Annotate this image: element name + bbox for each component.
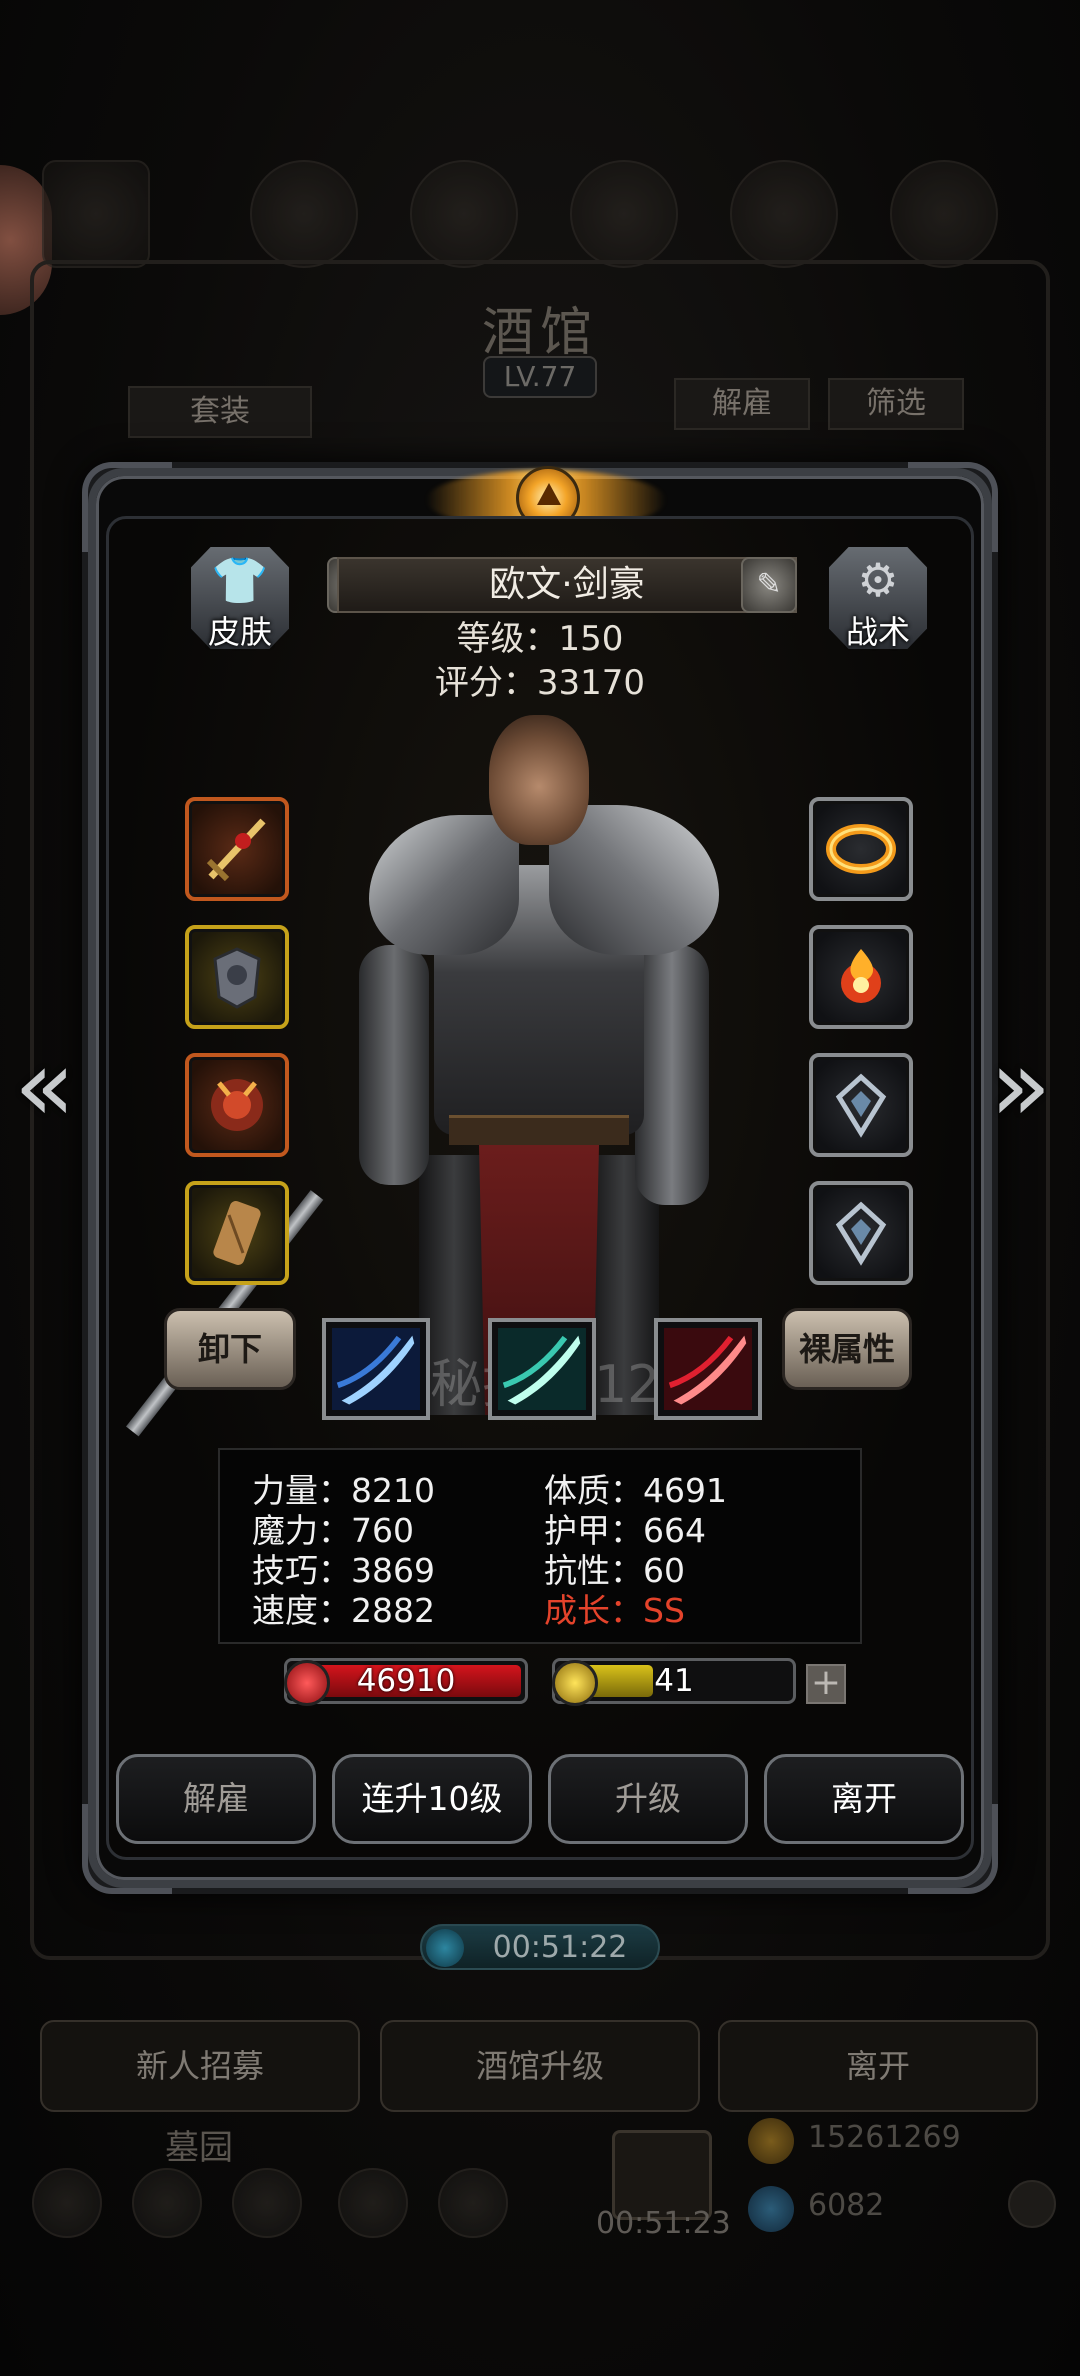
armor-slot[interactable] (185, 925, 289, 1029)
armor-icon (213, 947, 261, 1009)
hero-detail-modal: ⚙ 欧文·剑豪 ✎ 等级：150 评分：33170 👕 皮肤 ⚙ 战术 (82, 462, 998, 1894)
heart-icon (284, 1660, 330, 1706)
menu-icon-6[interactable] (890, 160, 998, 268)
gem-icon (748, 2186, 794, 2232)
gold-coin-icon (748, 2118, 794, 2164)
tactics-button[interactable]: ⚙ 战术 (829, 547, 927, 651)
modal-content: ⚙ 欧文·剑豪 ✎ 等级：150 评分：33170 👕 皮肤 ⚙ 战术 (106, 516, 974, 1860)
filter-button[interactable]: 筛选 (828, 378, 964, 430)
dock-icon-2[interactable] (132, 2168, 202, 2238)
scroll-icon (213, 1201, 261, 1265)
add-currency-icon[interactable] (1008, 2180, 1056, 2228)
level-up-button[interactable]: 升级 (548, 1754, 748, 1844)
rune-slot-1[interactable] (809, 1053, 913, 1157)
hero-name: 欧文·剑豪 (489, 564, 645, 605)
skill-slot-3[interactable] (654, 1318, 762, 1420)
rune-slot-2[interactable] (809, 1181, 913, 1285)
gift-timer: 00:51:23 (596, 2206, 731, 2241)
fire-ring-slot[interactable] (809, 797, 913, 901)
leave-tavern-button[interactable]: 离开 (718, 2020, 1038, 2112)
dock-icon-4[interactable] (338, 2168, 408, 2238)
red-slash-icon (664, 1328, 752, 1411)
add-energy-icon[interactable]: + (806, 1664, 846, 1704)
hero-arm (359, 945, 429, 1185)
level-up-10-button[interactable]: 连升10级 (332, 1754, 532, 1844)
name-plate: 欧文·剑豪 (337, 557, 797, 613)
stat-speed: 速度：2882 (252, 1591, 435, 1630)
hero-head (489, 715, 589, 845)
fire-orb-icon (841, 949, 881, 1003)
gear-icon: ⚙ (857, 553, 899, 607)
teal-slash-icon (498, 1328, 586, 1411)
next-hero-arrow-icon[interactable]: » (990, 1036, 1060, 1136)
unequip-button[interactable]: 卸下 (164, 1308, 296, 1390)
cemetery-label[interactable]: 墓园 (165, 2120, 233, 2169)
fire-ring-icon (826, 824, 896, 874)
pencil-icon[interactable]: ✎ (741, 557, 797, 613)
menu-icon-5[interactable] (730, 160, 838, 268)
skin-button[interactable]: 👕 皮肤 (191, 547, 289, 651)
menu-icon-1[interactable] (42, 160, 150, 268)
tavern-upgrade-button[interactable]: 酒馆升级 (380, 2020, 700, 2112)
hero-pauldron (369, 815, 519, 955)
rune-icon (835, 1073, 887, 1138)
hero-belt (449, 1115, 629, 1145)
menu-icon-3[interactable] (410, 160, 518, 268)
set-button[interactable]: 套装 (128, 386, 312, 438)
recruit-timer: 00:51:22 (420, 1924, 660, 1970)
dismiss-tab-button[interactable]: 解雇 (674, 378, 810, 430)
hero-arm (635, 945, 709, 1205)
timer-text: 00:51:22 (492, 1930, 628, 1965)
gold-amount: 15261269 (808, 2120, 961, 2155)
blue-slash-icon (332, 1328, 420, 1411)
dock-icon-3[interactable] (232, 2168, 302, 2238)
prev-hero-arrow-icon[interactable]: « (14, 1036, 84, 1136)
skin-label: 皮肤 (207, 613, 272, 651)
base-attributes-button[interactable]: 裸属性 (782, 1308, 912, 1390)
stat-growth: 成长：SS (544, 1591, 685, 1630)
menu-icon-4[interactable] (570, 160, 678, 268)
gem-amount: 6082 (808, 2188, 885, 2223)
hero-portrait (125, 707, 739, 1437)
weapon-slot[interactable] (185, 797, 289, 901)
scroll-slot[interactable] (185, 1181, 289, 1285)
rune-icon (835, 1201, 887, 1266)
tavern-level-badge: LV.77 (483, 356, 597, 398)
clock-icon (426, 1929, 464, 1967)
accessory-slot[interactable] (185, 1053, 289, 1157)
sword-icon (206, 818, 266, 882)
fire-orb-slot[interactable] (809, 925, 913, 1029)
skill-slot-1[interactable] (322, 1318, 430, 1420)
dock-icon-1[interactable] (32, 2168, 102, 2238)
shirt-swap-icon: 👕 (211, 553, 269, 607)
lightning-icon (552, 1660, 598, 1706)
stats-panel: 力量：8210 体质：4691 魔力：760 护甲：664 技巧：3869 抗性… (218, 1448, 862, 1644)
dock-icon-5[interactable] (438, 2168, 508, 2238)
leave-button[interactable]: 离开 (764, 1754, 964, 1844)
skill-slot-2[interactable] (488, 1318, 596, 1420)
dismiss-button[interactable]: 解雇 (116, 1754, 316, 1844)
demon-amulet-icon (211, 1079, 263, 1131)
hero-score: 评分：33170 (434, 663, 646, 703)
tactics-label: 战术 (845, 613, 910, 651)
new-recruit-button[interactable]: 新人招募 (40, 2020, 360, 2112)
tavern-title: 酒馆 (481, 303, 598, 363)
menu-icon-2[interactable] (250, 160, 358, 268)
